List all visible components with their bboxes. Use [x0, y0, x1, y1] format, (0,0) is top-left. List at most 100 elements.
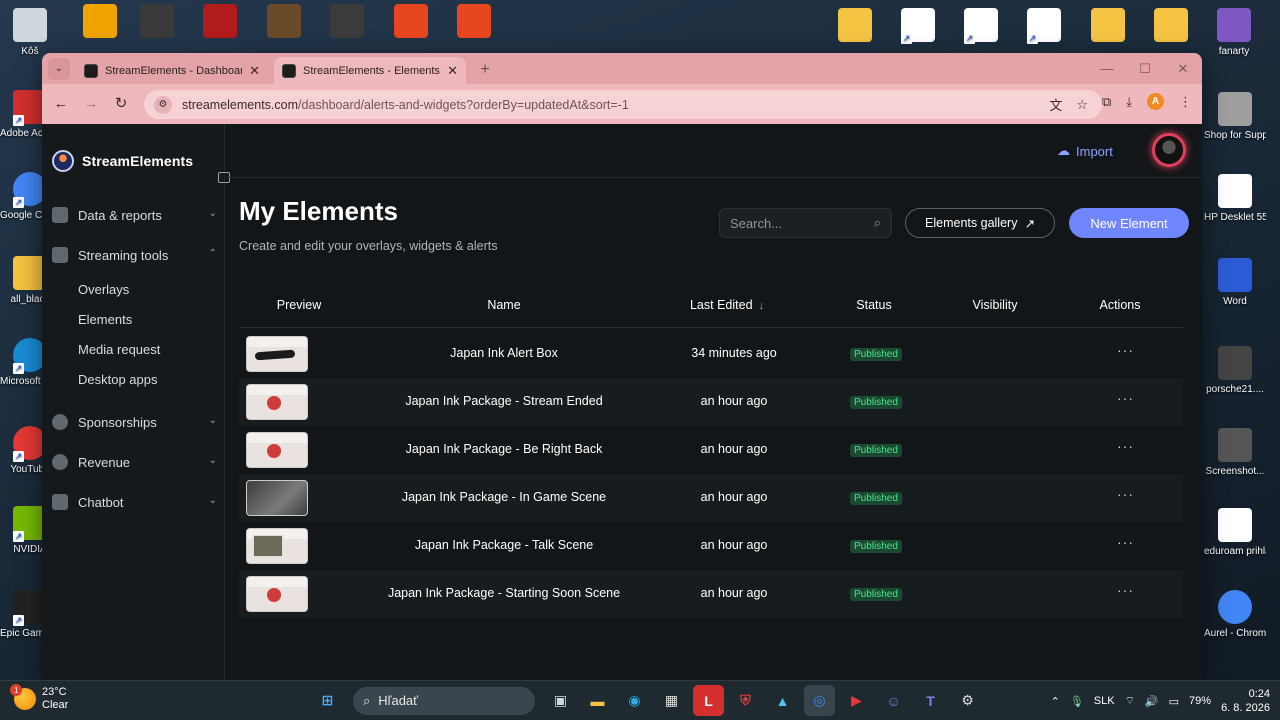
element-preview-thumbnail[interactable] [246, 432, 308, 468]
element-name[interactable]: Japan Ink Package - Be Right Back [406, 442, 603, 456]
teams-icon[interactable]: T [915, 685, 946, 716]
file-explorer-icon[interactable]: ▬ [582, 685, 613, 716]
more-actions-icon[interactable]: ··· [1117, 342, 1134, 358]
brand[interactable]: StreamElements [52, 150, 193, 172]
maximize-button[interactable]: ☐ [1126, 53, 1164, 84]
extensions-icon[interactable]: ⧉ [1102, 94, 1111, 110]
minimize-button[interactable]: — [1088, 53, 1126, 84]
tab-dashboard[interactable]: StreamElements - Dashboard ✕ [76, 57, 268, 84]
desktop-icon-folder[interactable] [1078, 8, 1138, 45]
more-actions-icon[interactable]: ··· [1117, 534, 1134, 550]
clock[interactable]: 0:24 6. 8. 2026 [1221, 687, 1270, 715]
desktop-icon-game[interactable] [190, 4, 250, 41]
close-tab-icon[interactable]: ✕ [249, 63, 260, 79]
table-row[interactable]: Japan Ink Package - Talk Scene an hour a… [239, 522, 1183, 570]
battery-icon[interactable]: ▭ [1169, 695, 1179, 708]
search-input[interactable]: Search... ⌕ [719, 208, 892, 238]
sidebar-item-streaming-tools[interactable]: Streaming tools ⌃ [52, 244, 217, 266]
table-row[interactable]: Japan Ink Alert Box 34 minutes ago Publi… [239, 330, 1183, 378]
desktop-icon-folder[interactable] [825, 8, 885, 45]
forward-button[interactable]: → [80, 93, 102, 115]
sidebar-item-data-reports[interactable]: Data & reports ⌄ [52, 204, 217, 226]
more-actions-icon[interactable]: ··· [1117, 438, 1134, 454]
desktop-icon-recycle-bin[interactable]: Kôš [0, 8, 60, 58]
desktop-icon-document[interactable]: ↗ [951, 8, 1011, 45]
weather-widget[interactable]: 1 23°C Clear [10, 684, 68, 712]
sidebar-item-revenue[interactable]: Revenue ⌄ [52, 451, 217, 473]
mcafee-icon[interactable]: ⛨ [730, 685, 761, 716]
new-tab-button[interactable]: + [475, 60, 495, 80]
reload-button[interactable]: ↻ [110, 93, 132, 115]
table-row[interactable]: Japan Ink Package - Starting Soon Scene … [239, 570, 1183, 618]
microphone-icon[interactable]: 🎙 [1070, 695, 1084, 708]
sidebar-subitem-elements[interactable]: Elements [78, 312, 132, 327]
taskbar-search[interactable]: ⌕ Hľadať [353, 686, 535, 715]
close-tab-icon[interactable]: ✕ [447, 63, 458, 79]
sidebar-subitem-media-request[interactable]: Media request [78, 342, 160, 357]
desktop-icon-aurel-chrome[interactable]: Aurel - Chrome [1204, 590, 1266, 640]
discord-icon[interactable]: ☺ [878, 685, 909, 716]
lenovo-vantage-icon[interactable]: L [693, 685, 724, 716]
task-view-icon[interactable]: ▣ [545, 685, 576, 716]
element-preview-thumbnail[interactable] [246, 384, 308, 420]
desktop-icon-eduroam[interactable]: eduroam prihlasovaci... [1204, 508, 1266, 558]
desktop-icon-screenshot[interactable]: Screenshot... [1204, 428, 1266, 478]
element-preview-thumbnail[interactable] [246, 336, 308, 372]
desktop-icon-document[interactable]: ↗ [888, 8, 948, 45]
bookmark-star-icon[interactable]: ☆ [1076, 97, 1088, 113]
element-name[interactable]: Japan Ink Package - Talk Scene [415, 538, 593, 552]
chrome-icon[interactable]: ◎ [804, 685, 835, 716]
sidebar-item-sponsorships[interactable]: Sponsorships ⌄ [52, 411, 217, 433]
table-row[interactable]: Japan Ink Package - Be Right Back an hou… [239, 426, 1183, 474]
more-actions-icon[interactable]: ··· [1117, 486, 1134, 502]
desktop-icon-shop-supplies[interactable]: Shop for Supplies - ... [1204, 92, 1266, 142]
desktop-icon-hp-desklet[interactable]: HP Desklet 5570 series [1204, 174, 1266, 224]
site-info-icon[interactable]: ⚙ [154, 95, 172, 114]
wifi-icon[interactable]: ⌔ [1125, 694, 1135, 708]
desktop-icon-game[interactable] [127, 4, 187, 41]
volume-icon[interactable]: 🔊 [1145, 695, 1159, 708]
tab-search-button[interactable]: ⌄ [48, 58, 70, 80]
element-preview-thumbnail[interactable] [246, 576, 308, 612]
store-icon[interactable]: ▦ [656, 685, 687, 716]
import-button[interactable]: ☁ Import [1057, 143, 1113, 159]
elements-gallery-button[interactable]: Elements gallery ↗ [905, 208, 1055, 238]
desktop-icon-word[interactable]: Word [1204, 258, 1266, 308]
element-preview-thumbnail[interactable] [246, 528, 308, 564]
desktop-icon-game[interactable] [381, 4, 441, 41]
desktop-icon-porsche[interactable]: porsche21.... [1204, 346, 1266, 396]
element-name[interactable]: Japan Ink Alert Box [450, 346, 558, 360]
desktop-icon-fanarty[interactable]: fanarty [1204, 8, 1264, 58]
column-last-edited[interactable]: Last Edited ↓ [690, 298, 764, 312]
back-button[interactable]: ← [50, 93, 72, 115]
element-name[interactable]: Japan Ink Package - Starting Soon Scene [388, 586, 620, 600]
sidebar-item-chatbot[interactable]: Chatbot ⌄ [52, 491, 217, 513]
desktop-icon-document[interactable]: ↗ [1014, 8, 1074, 45]
new-element-button[interactable]: New Element [1069, 208, 1189, 238]
more-actions-icon[interactable]: ··· [1117, 390, 1134, 406]
sidebar-subitem-desktop-apps[interactable]: Desktop apps [78, 372, 158, 387]
desktop-icon-game[interactable] [70, 4, 130, 41]
user-avatar[interactable] [1152, 133, 1186, 167]
table-row[interactable]: Japan Ink Package - Stream Ended an hour… [239, 378, 1183, 426]
address-bar[interactable]: ⚙ streamelements.com/dashboard/alerts-an… [144, 90, 1102, 119]
translate-icon[interactable]: 文 [1049, 95, 1062, 114]
desktop-icon-game[interactable] [317, 4, 377, 41]
browser-menu-icon[interactable]: ⋮ [1179, 94, 1192, 110]
element-name[interactable]: Japan Ink Package - In Game Scene [402, 490, 606, 504]
downloads-icon[interactable]: ⤓ [1126, 94, 1132, 110]
desktop-icon-folder[interactable] [1141, 8, 1201, 45]
photos-icon[interactable]: ▲ [767, 685, 798, 716]
edge-icon[interactable]: ◉ [619, 685, 650, 716]
desktop-icon-game[interactable] [444, 4, 504, 41]
youtube-icon[interactable]: ▶ [841, 685, 872, 716]
more-actions-icon[interactable]: ··· [1117, 582, 1134, 598]
tray-overflow-chevron-icon[interactable]: ⌃ [1051, 695, 1060, 708]
steam-icon[interactable]: ⚙ [952, 685, 983, 716]
start-button-icon[interactable]: ⊞ [312, 685, 343, 716]
table-row[interactable]: Japan Ink Package - In Game Scene an hou… [239, 474, 1183, 522]
element-preview-thumbnail[interactable] [246, 480, 308, 516]
column-name[interactable]: Name [487, 298, 520, 312]
browser-profile-avatar[interactable]: A [1147, 93, 1164, 110]
sidebar-subitem-overlays[interactable]: Overlays [78, 282, 129, 297]
